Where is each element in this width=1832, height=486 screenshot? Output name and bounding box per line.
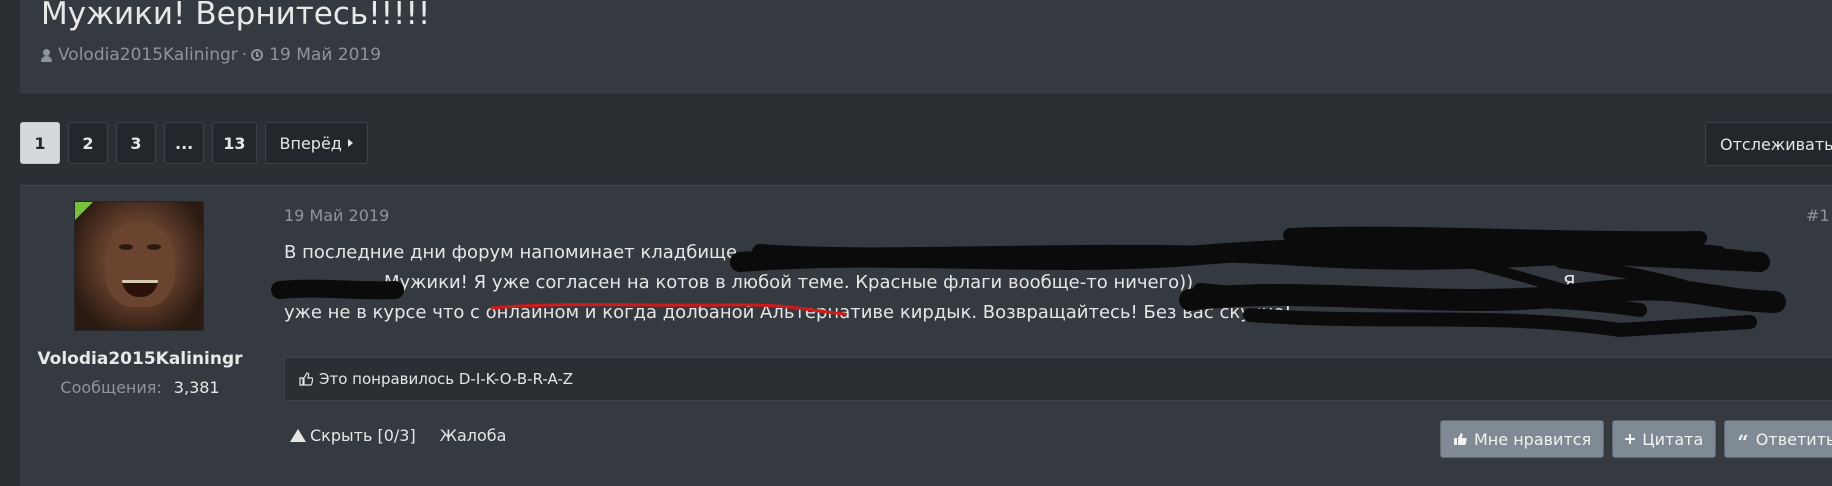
post-line-1: В последние дни форум напоминает кладбищ… [284, 238, 1824, 268]
post-author-column: Volodia2015Kaliningr Сообщения: 3,381 [20, 186, 260, 486]
post-author-name[interactable]: Volodia2015Kaliningr [20, 349, 260, 369]
page-button-3[interactable]: 3 [116, 122, 156, 164]
caret-right-icon [347, 139, 353, 147]
online-indicator-icon [75, 202, 93, 220]
post: Volodia2015Kaliningr Сообщения: 3,381 19… [20, 185, 1832, 486]
author-stats: Сообщения: 3,381 [20, 378, 260, 397]
post-date[interactable]: 19 Май 2019 [284, 206, 389, 225]
post-line-3: уже не в курсе что с онлайном и когда до… [284, 298, 1824, 328]
reply-button[interactable]: “ Ответить [1724, 420, 1832, 458]
topic-author-link[interactable]: Volodia2015Kaliningr [58, 45, 238, 65]
clock-icon [251, 49, 264, 61]
thumbs-up-icon [1454, 433, 1467, 445]
report-label: Жалоба [439, 426, 507, 445]
post-line-2: Мужики! Я уже согласен на котов в любой … [284, 268, 1824, 298]
avatar-eye-right [147, 244, 161, 250]
user-icon [41, 48, 52, 62]
quote-button[interactable]: Цитата [1612, 420, 1717, 458]
posts-count-value: 3,381 [173, 378, 220, 397]
like-button[interactable]: Мне нравится [1440, 420, 1605, 458]
page-jump-button[interactable]: ... [164, 122, 205, 164]
post-text-1: В последние дни форум напоминает кладбищ… [284, 242, 743, 263]
warning-icon [290, 429, 306, 442]
posts-count-label: Сообщения: [60, 378, 162, 397]
plus-icon [1625, 434, 1636, 444]
page-button-2[interactable]: 2 [68, 122, 108, 164]
post-text-2-tail: Я [1563, 272, 1576, 293]
likes-text[interactable]: Это понравилось D-I-K-O-B-R-A-Z [319, 370, 573, 388]
quote-icon: “ [1737, 430, 1749, 454]
report-link[interactable]: Жалоба [440, 426, 507, 445]
hide-post-link[interactable]: Скрыть [0/3] [290, 426, 416, 445]
topic-header: Мужики! Вернитесь!!!!! Volodia2015Kalini… [20, 0, 1832, 95]
topic-title: Мужики! Вернитесь!!!!! [41, 0, 431, 32]
avatar-eye-left [119, 244, 133, 250]
post-actions-right: Мне нравится Цитата “ Ответить [1440, 420, 1832, 458]
post-body: В последние дни форум напоминает кладбищ… [284, 238, 1824, 328]
thumbs-up-icon [299, 372, 313, 386]
pagination: 1 2 3 ... 13 Вперёд [20, 122, 368, 164]
follow-button[interactable]: Отслеживать [1705, 122, 1832, 166]
hide-post-label: Скрыть [0/3] [310, 426, 416, 445]
likes-bar: Это понравилось D-I-K-O-B-R-A-Z [284, 357, 1832, 401]
page-button-13[interactable]: 13 [212, 122, 257, 164]
avatar[interactable] [74, 201, 204, 331]
post-text-2: Мужики! Я уже согласен на котов в любой … [384, 272, 1194, 293]
like-button-label: Мне нравится [1474, 429, 1592, 449]
post-text-3: уже не в курсе что с онлайном и когда до… [284, 302, 1292, 323]
topic-meta: Volodia2015Kaliningr · 19 Май 2019 [41, 45, 381, 65]
next-page-label: Вперёд [279, 133, 342, 153]
meta-separator: · [241, 45, 248, 65]
page-button-1[interactable]: 1 [20, 122, 60, 164]
quote-button-label: Цитата [1642, 429, 1704, 449]
reply-button-label: Ответить [1755, 429, 1832, 449]
topic-date: 19 Май 2019 [269, 45, 382, 65]
post-number[interactable]: #1 [1806, 206, 1830, 225]
post-actions-left: Скрыть [0/3] Жалоба [290, 426, 506, 445]
next-page-button[interactable]: Вперёд [264, 122, 368, 164]
